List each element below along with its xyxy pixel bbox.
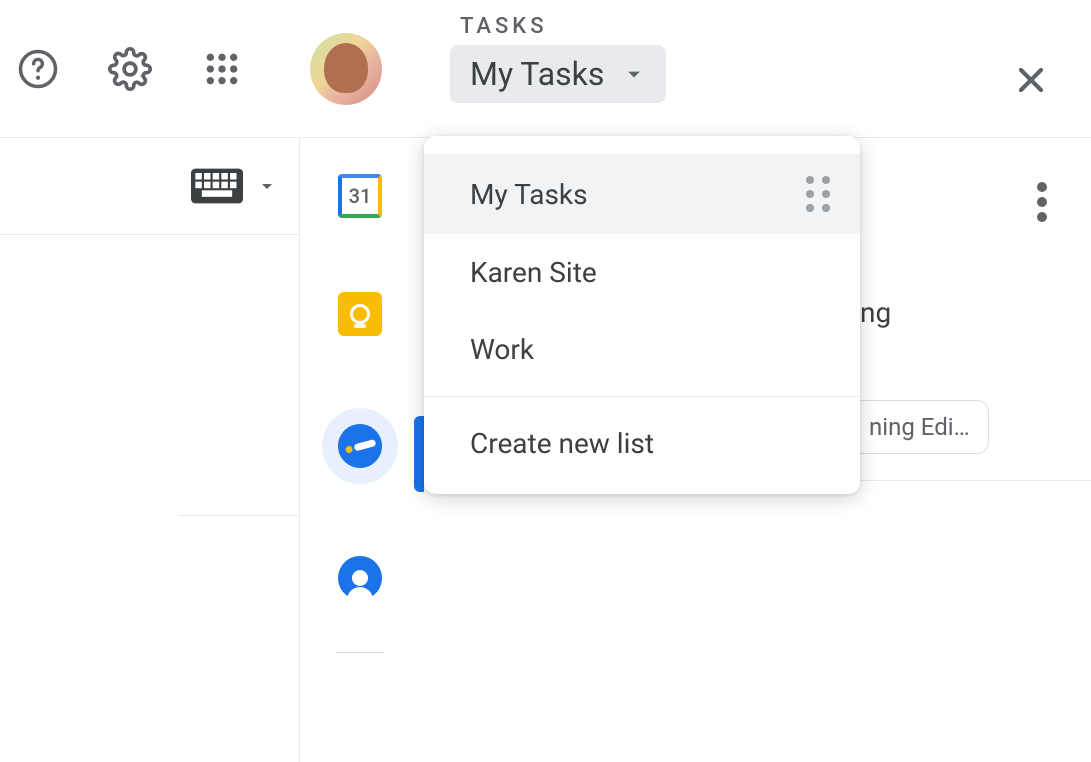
rail-calendar[interactable]: 31 [336,172,384,220]
close-icon[interactable] [1011,60,1051,100]
help-icon[interactable] [14,45,62,93]
header-icon-group [0,33,382,105]
active-panel-indicator [414,416,424,492]
menu-item-my-tasks[interactable]: My Tasks [424,154,860,234]
menu-item-label: My Tasks [470,178,588,211]
tasks-panel-header: TASKS My Tasks [450,14,1090,103]
menu-item-label: Create new list [470,427,654,460]
left-column [0,138,300,762]
tasks-icon [333,419,387,473]
divider [424,396,860,397]
list-switcher-menu: My Tasks Karen Site Work Create new list [424,136,860,494]
calendar-icon: 31 [338,174,382,218]
rail-contacts[interactable] [336,554,384,602]
caret-down-icon [620,60,648,88]
rail-tasks-active[interactable] [322,408,398,484]
menu-item-label: Karen Site [470,256,597,289]
contacts-icon [338,556,382,600]
gear-icon[interactable] [106,45,154,93]
divider [0,234,299,235]
divider [336,652,384,653]
menu-item-work[interactable]: Work [424,311,860,388]
divider [860,480,1091,481]
calendar-day: 31 [349,184,372,208]
input-method-row [0,138,299,224]
caret-down-icon[interactable] [255,174,279,198]
drag-handle-icon[interactable] [806,176,830,212]
divider [179,515,299,516]
current-list-name: My Tasks [470,55,604,93]
menu-item-karen-site[interactable]: Karen Site [424,234,860,311]
task-row-partial: ng [860,296,891,329]
chip-label: ning Edi… [869,413,970,441]
user-avatar[interactable] [310,33,382,105]
side-panel-rail: 31 [300,150,420,653]
tasks-list-dropdown[interactable]: My Tasks [450,45,666,103]
menu-item-create-new-list[interactable]: Create new list [424,405,860,482]
tasks-label: TASKS [460,14,1090,39]
more-vert-icon[interactable] [1037,182,1047,222]
task-chip-partial[interactable]: ning Edi… [850,400,989,454]
menu-item-label: Work [470,333,534,366]
keyboard-icon[interactable] [191,168,243,204]
apps-grid-icon[interactable] [198,45,246,93]
rail-keep[interactable] [336,290,384,338]
keep-icon [338,292,382,336]
